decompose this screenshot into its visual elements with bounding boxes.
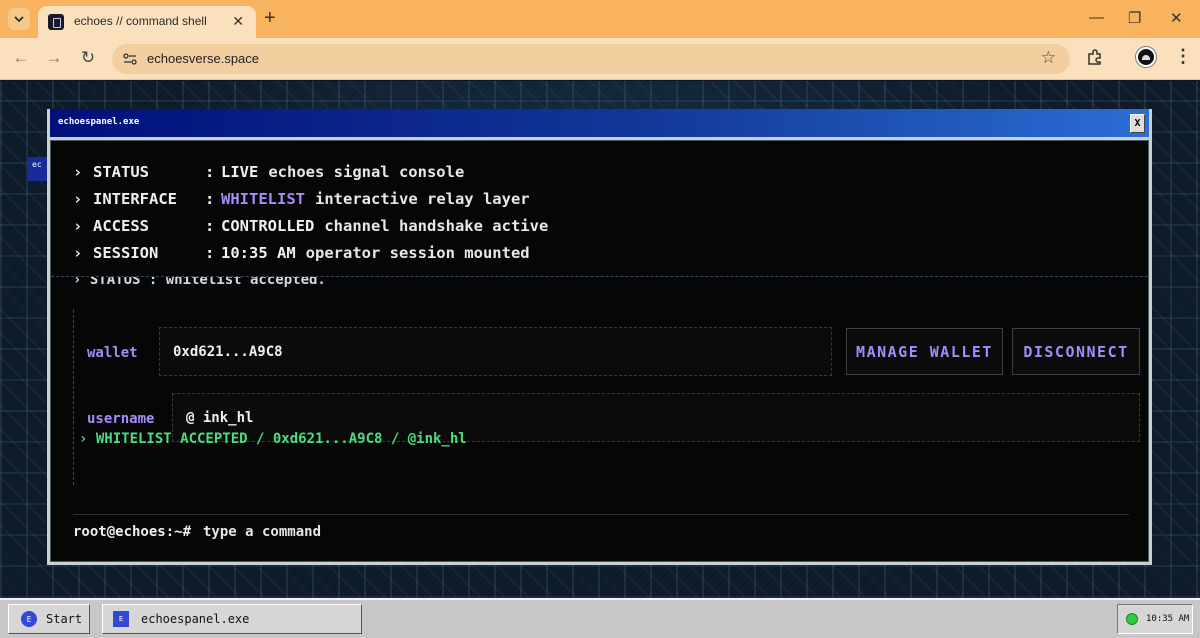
- prompt-chevron-icon: ›: [73, 217, 83, 235]
- desktop-shortcut-label: ec: [32, 160, 42, 169]
- site-favicon-icon: [48, 14, 64, 30]
- terminal-screen: › STATUS: LIVE echoes signal console › INTER…: [50, 140, 1149, 562]
- prompt-chevron-icon: ›: [73, 163, 83, 181]
- info-highlight: WHITELIST: [221, 190, 305, 208]
- chevron-down-icon: [14, 16, 24, 23]
- wallet-field[interactable]: 0xd621...A9C8: [159, 327, 832, 376]
- close-window-icon[interactable]: ✕: [1170, 9, 1183, 27]
- info-key: STATUS: [93, 163, 149, 181]
- reload-icon[interactable]: ↻: [77, 48, 99, 68]
- echoespanel-window: echoespanel.exe X › STATUS: LIVE echoes sig…: [47, 109, 1152, 565]
- info-text: echoes signal console: [268, 163, 465, 181]
- site-settings-icon[interactable]: [122, 51, 138, 67]
- more-menu-icon[interactable]: ⋮: [1174, 46, 1192, 67]
- terminal-log[interactable]: › STATUS : whitelist accepted. wallet 0x…: [51, 272, 1148, 508]
- minimize-window-icon[interactable]: —: [1089, 9, 1104, 26]
- taskbar-app-label: echoespanel.exe: [141, 612, 250, 626]
- status-header: › STATUS: LIVE echoes signal console › INTER…: [51, 141, 1148, 277]
- start-logo-icon: E: [21, 611, 37, 627]
- tab-close-icon[interactable]: ✕: [232, 13, 244, 30]
- forward-arrow-icon[interactable]: →: [43, 48, 65, 68]
- whitelist-form: wallet 0xd621...A9C8 MANAGE WALLET DISCO…: [73, 310, 1148, 485]
- info-line-access: › ACCESS: CONTROLLED channel handshake acti…: [73, 217, 549, 235]
- system-tray: 10:35 AM: [1117, 604, 1193, 634]
- tray-clock[interactable]: 10:35 AM: [1146, 614, 1189, 624]
- browser-tab[interactable]: echoes // command shell ✕: [38, 6, 256, 38]
- shell-prompt: root@echoes:~#: [73, 524, 192, 540]
- profile-avatar[interactable]: [1136, 47, 1156, 67]
- prompt-chevron-icon: ›: [73, 244, 83, 262]
- app-window-icon: E: [113, 611, 129, 627]
- browser-tab-strip: echoes // command shell ✕ + — ❐ ✕: [0, 0, 1200, 38]
- command-input[interactable]: [203, 521, 903, 543]
- restore-window-icon[interactable]: ❐: [1128, 9, 1141, 27]
- username-label: username: [87, 411, 155, 427]
- tab-title: echoes // command shell: [74, 14, 207, 28]
- command-divider: [73, 514, 1129, 515]
- disconnect-button[interactable]: DISCONNECT: [1012, 328, 1140, 375]
- info-line-interface: › INTERFACE: WHITELIST interactive relay la…: [73, 190, 530, 208]
- url-text: echoesverse.space: [147, 51, 260, 66]
- new-tab-button[interactable]: +: [264, 8, 276, 28]
- start-button[interactable]: E Start: [8, 604, 90, 634]
- address-bar[interactable]: echoesverse.space ☆: [112, 44, 1070, 74]
- info-highlight: 10:35 AM: [221, 244, 296, 262]
- username-value: @ ink_hl: [186, 410, 254, 426]
- wallet-address: 0xd621...A9C8: [173, 344, 283, 360]
- info-line-session: › SESSION:10:35 AM operator session mounte…: [73, 244, 530, 262]
- manage-wallet-button[interactable]: MANAGE WALLET: [846, 328, 1003, 375]
- prompt-chevron-icon: ›: [73, 190, 83, 208]
- start-label: Start: [46, 612, 83, 626]
- back-arrow-icon[interactable]: ←: [10, 48, 32, 68]
- extensions-puzzle-icon[interactable]: [1086, 48, 1104, 66]
- info-key: INTERFACE: [93, 190, 177, 208]
- tab-search-button[interactable]: [8, 8, 30, 30]
- window-title: echoespanel.exe: [58, 117, 140, 127]
- taskbar-app-echoespanel[interactable]: E echoespanel.exe: [102, 604, 362, 634]
- status-indicator-icon: [1126, 613, 1138, 625]
- taskbar: E Start E echoespanel.exe 10:35 AM: [0, 598, 1200, 638]
- window-titlebar[interactable]: echoespanel.exe X: [50, 109, 1149, 137]
- info-text: operator session mounted: [305, 244, 530, 262]
- info-highlight: LIVE: [221, 163, 259, 181]
- browser-toolbar: ← → ↻ echoesverse.space ☆ ⋮: [0, 38, 1200, 80]
- wallet-label: wallet: [87, 345, 138, 361]
- info-key: ACCESS: [93, 217, 149, 235]
- info-text: interactive relay layer: [315, 190, 530, 208]
- info-key: SESSION: [93, 244, 159, 262]
- window-close-button[interactable]: X: [1130, 114, 1145, 133]
- info-text: channel handshake active: [324, 217, 549, 235]
- info-line-status: › STATUS: LIVE echoes signal console: [73, 163, 465, 181]
- bookmark-star-icon[interactable]: ☆: [1041, 48, 1056, 68]
- info-highlight: CONTROLLED: [221, 217, 315, 235]
- whitelist-accepted-message: › WHITELIST ACCEPTED / 0xd621...A9C8 / @…: [79, 431, 467, 447]
